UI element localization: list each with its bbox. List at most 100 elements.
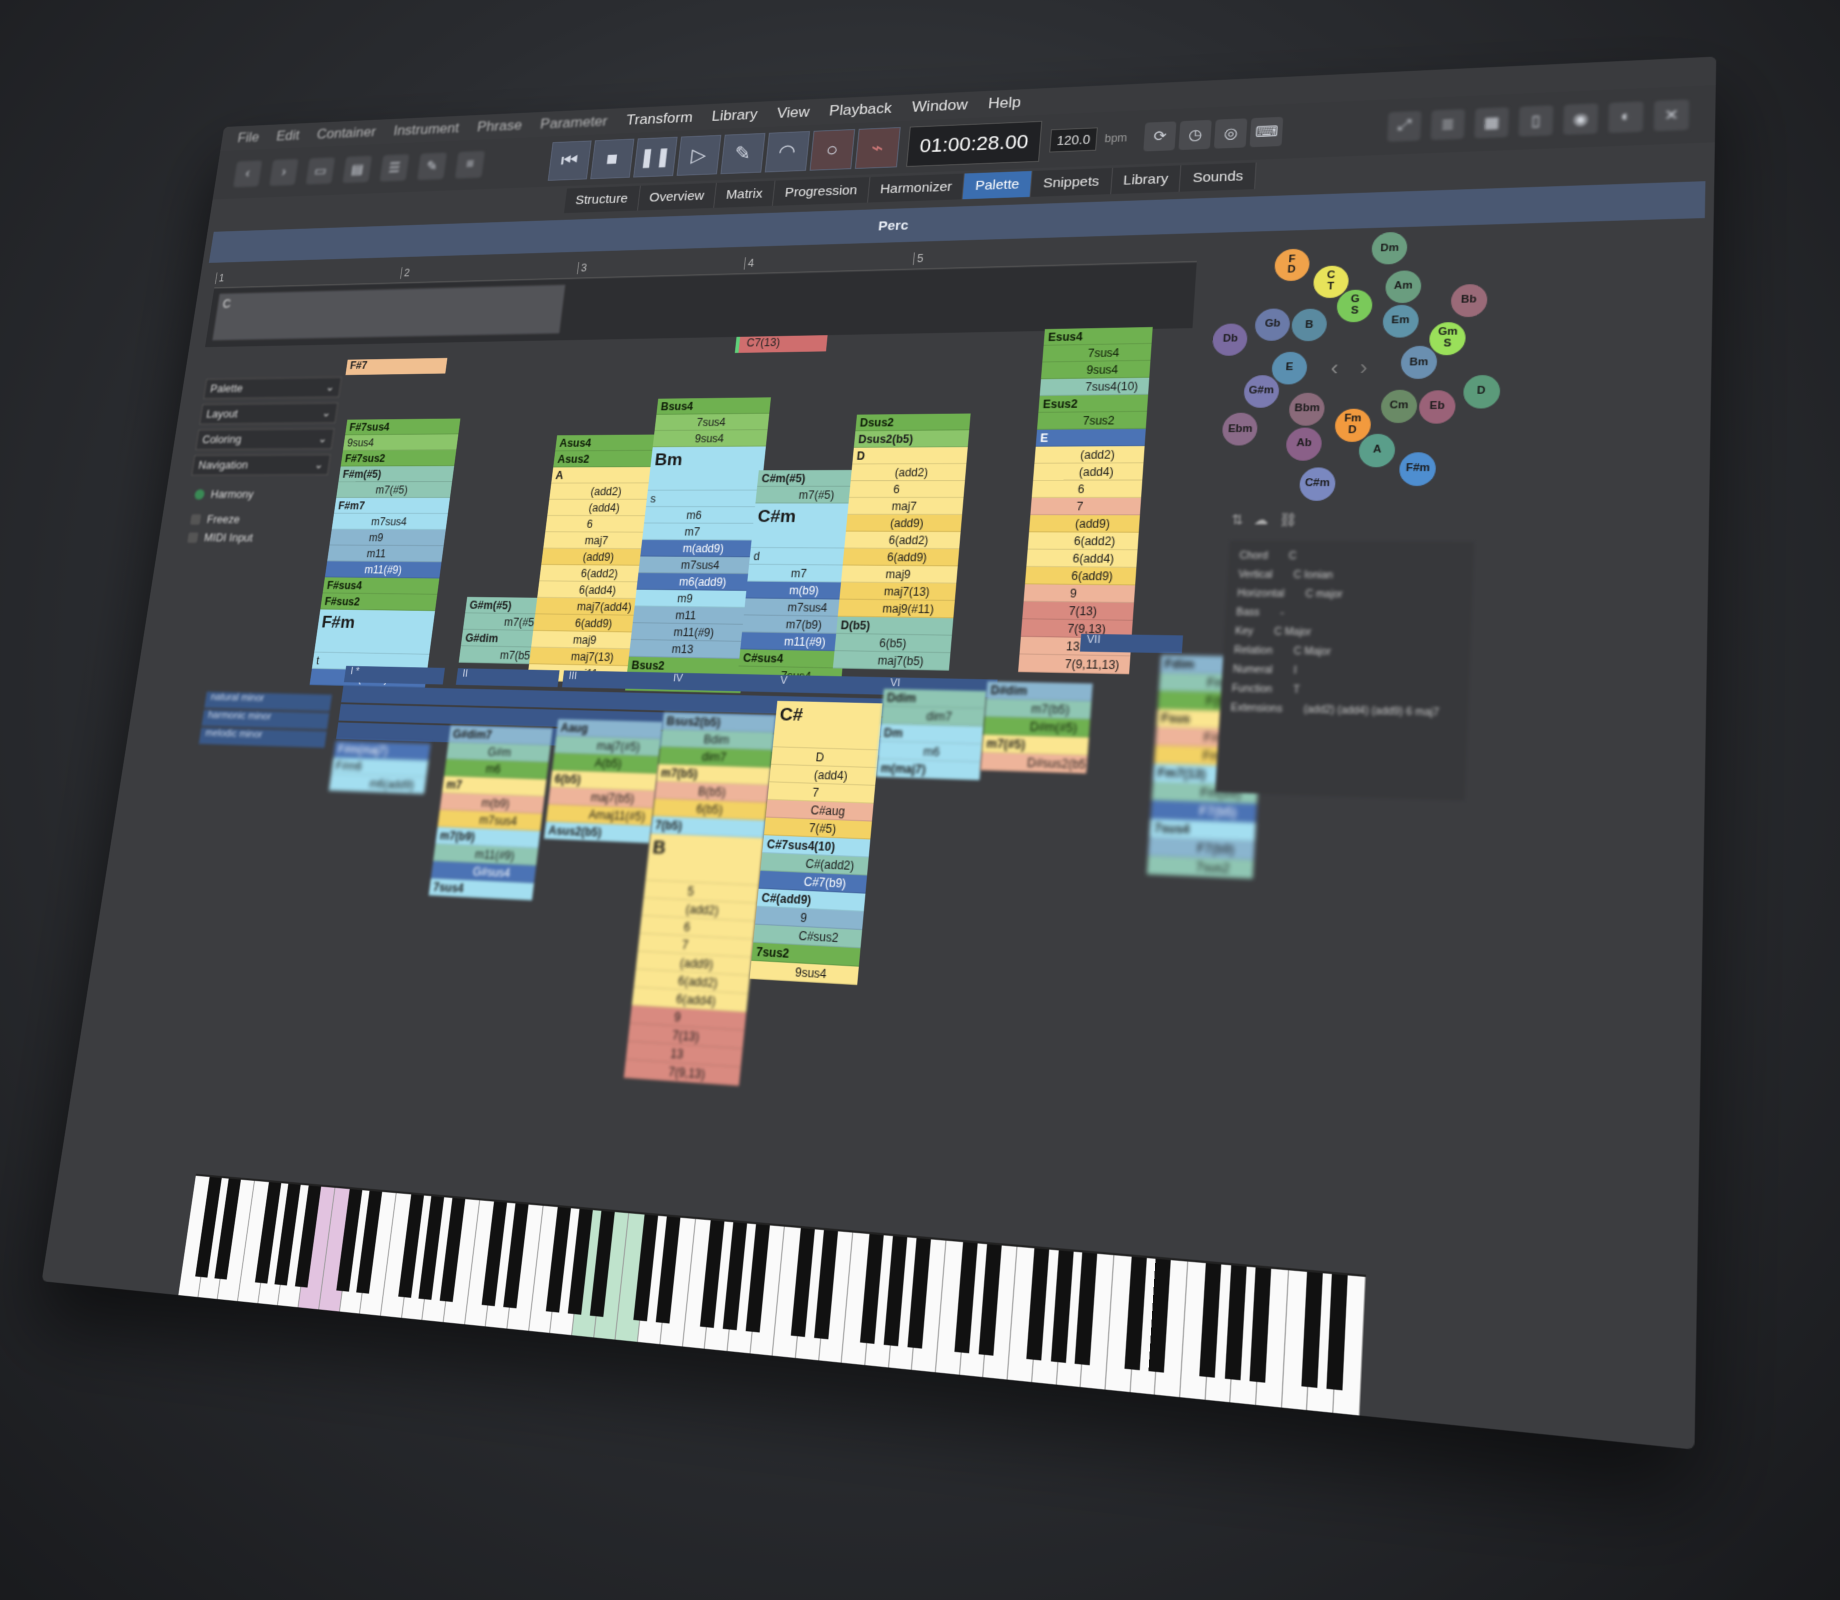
chord-cell[interactable]: m11(#9): [324, 561, 442, 579]
chord-cell[interactable]: 9sus4: [1040, 360, 1151, 380]
select-palette[interactable]: Palette ⌄: [203, 376, 342, 400]
tab-palette[interactable]: Palette: [962, 170, 1033, 200]
chord-cell[interactable]: (add4): [1033, 463, 1144, 481]
menu-item-file[interactable]: File: [236, 129, 261, 146]
circle-node[interactable]: Db: [1212, 323, 1249, 356]
menu-item-window[interactable]: Window: [911, 96, 968, 116]
chord-cell[interactable]: 7: [1030, 497, 1142, 516]
select-coloring[interactable]: Coloring ⌄: [195, 428, 335, 450]
chord-tag-c7-13[interactable]: C7(13): [734, 335, 828, 353]
chord-cell[interactable]: m7sus4: [638, 556, 755, 575]
grid-view-icon[interactable]: ▦: [1474, 107, 1510, 139]
circle-node[interactable]: A: [1358, 433, 1396, 468]
menu-item-help[interactable]: Help: [987, 94, 1022, 113]
list-icon[interactable]: ≡: [454, 150, 485, 179]
midi-input-checkbox[interactable]: MIDI Input: [187, 531, 320, 545]
record-button[interactable]: ○: [809, 129, 855, 171]
scale-item[interactable]: harmonic minor: [201, 709, 330, 730]
circle-node[interactable]: Bm: [1400, 345, 1438, 380]
expand-icon[interactable]: ⤢: [1387, 110, 1422, 142]
chevron-left-icon[interactable]: ‹: [1330, 356, 1339, 381]
link-icon[interactable]: ⛓: [1278, 512, 1297, 529]
circle-node[interactable]: F#m: [1399, 451, 1437, 486]
tab-sounds[interactable]: Sounds: [1179, 162, 1257, 192]
chord-cell[interactable]: 7sus4: [654, 413, 770, 431]
chord-cell[interactable]: F#m7: [333, 497, 450, 514]
menu-item-instrument[interactable]: Instrument: [392, 120, 461, 139]
clock-icon[interactable]: ◷: [1178, 119, 1213, 151]
chord-cell[interactable]: 9sus4: [342, 434, 459, 451]
chord-cell[interactable]: 6(add9): [842, 548, 960, 567]
chord-cell[interactable]: 6(add2): [1027, 532, 1139, 551]
chord-cell[interactable]: B: [645, 833, 764, 886]
sort-icon[interactable]: ⇅: [1231, 512, 1244, 529]
book-icon[interactable]: ▤: [342, 155, 373, 184]
chord-cell[interactable]: F#sus4: [322, 577, 440, 595]
chord-cell[interactable]: D#sus2(b5): [980, 752, 1088, 774]
scale-item[interactable]: melodic minor: [198, 727, 327, 748]
skip-back-button[interactable]: ⏮: [547, 140, 592, 181]
select-navigation[interactable]: Navigation ⌄: [191, 454, 331, 476]
forward-icon[interactable]: ›: [269, 158, 299, 186]
chord-cell[interactable]: m7sus4: [331, 513, 448, 530]
freeze-checkbox[interactable]: Freeze: [190, 513, 323, 526]
chord-cell[interactable]: m6(add9): [328, 773, 427, 795]
select-layout[interactable]: Layout ⌄: [199, 402, 339, 425]
menu-item-container[interactable]: Container: [316, 124, 377, 143]
chord-cell[interactable]: E: [1035, 428, 1146, 447]
circle-node[interactable]: G S: [1336, 289, 1374, 323]
chord-cell[interactable]: m7: [642, 523, 758, 541]
chord-cell[interactable]: 6(b5): [834, 633, 952, 654]
circle-node[interactable]: Gb: [1254, 308, 1291, 342]
chord-cell[interactable]: m7sus4: [743, 598, 849, 617]
chord-cell[interactable]: m11: [632, 606, 750, 625]
chord-cell[interactable]: maj7(b5): [832, 651, 951, 671]
chord-cell[interactable]: m(maj7): [875, 759, 981, 781]
cloud-icon[interactable]: ☁: [1253, 512, 1268, 529]
mixer-icon[interactable]: ☰: [379, 154, 410, 182]
chord-cell[interactable]: m6: [644, 507, 760, 524]
chord-cell[interactable]: F#sus2: [320, 593, 438, 612]
chord-cell[interactable]: 9: [1023, 584, 1136, 604]
circle-node[interactable]: Ebm: [1221, 412, 1259, 446]
chord-cell[interactable]: Bsus4: [656, 397, 771, 415]
chord-cell[interactable]: C#sus4: [738, 649, 845, 669]
chord-cell[interactable]: C#m(#5): [757, 469, 862, 487]
page-icon[interactable]: ▯: [1518, 105, 1554, 137]
list-view-icon[interactable]: ≣: [1430, 109, 1466, 141]
chord-cell[interactable]: F#7sus4: [345, 418, 461, 436]
chord-cell[interactable]: d: [749, 547, 854, 566]
chord-cell[interactable]: m7(b9): [742, 615, 848, 634]
close-icon[interactable]: ✕: [1653, 99, 1690, 132]
clip-c[interactable]: C: [212, 284, 566, 341]
chord-cell[interactable]: F#m(#5): [338, 466, 455, 483]
tab-snippets[interactable]: Snippets: [1030, 167, 1113, 197]
back-icon[interactable]: ‹: [233, 160, 263, 188]
bpm-field[interactable]: 120.0: [1049, 127, 1098, 153]
chord-cell[interactable]: 6: [1031, 480, 1143, 498]
chord-cell[interactable]: (add9): [845, 514, 963, 533]
tab-matrix[interactable]: Matrix: [714, 180, 776, 208]
drop-icon[interactable]: ◉: [1563, 103, 1599, 135]
menu-item-transform[interactable]: Transform: [625, 109, 693, 129]
chord-cell[interactable]: m9: [329, 529, 446, 547]
loop-icon[interactable]: ⟳: [1143, 121, 1177, 152]
chord-cell[interactable]: m7(#5): [755, 486, 860, 504]
target-icon[interactable]: ◎: [1214, 118, 1248, 149]
chord-cell[interactable]: s: [645, 490, 762, 508]
circle-node[interactable]: D: [1462, 374, 1501, 409]
chord-cell[interactable]: F#7sus2: [340, 450, 457, 467]
chord-cell[interactable]: 7(9,11,13): [1018, 654, 1131, 675]
circle-node[interactable]: Cm: [1380, 389, 1418, 423]
circle-node[interactable]: Eb: [1418, 389, 1456, 424]
chord-cell[interactable]: 7sus2: [1037, 411, 1147, 430]
chord-cell[interactable]: Dsus2(b5): [853, 430, 970, 448]
chord-cell[interactable]: F#m: [314, 609, 436, 655]
chord-cell[interactable]: m11(#9): [740, 632, 846, 652]
circle-node[interactable]: Em: [1381, 304, 1419, 338]
headphones-icon[interactable]: ◠: [764, 131, 810, 173]
chord-cell[interactable]: m11(#9): [630, 623, 748, 642]
chord-cell[interactable]: Esus2: [1038, 394, 1149, 413]
tab-overview[interactable]: Overview: [637, 182, 717, 211]
chord-cell[interactable]: (add2): [1034, 446, 1145, 464]
